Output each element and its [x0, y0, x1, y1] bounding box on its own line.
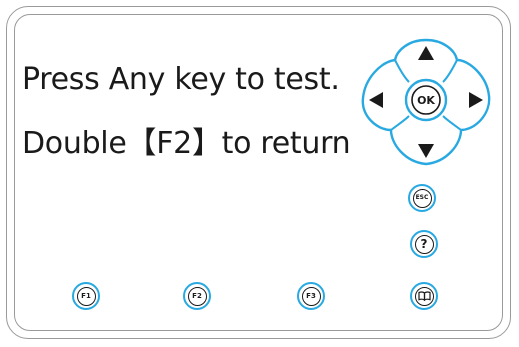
arrow-down-icon	[418, 144, 434, 158]
help-label: ?	[414, 234, 434, 254]
dpad-petal-divider-top-left	[394, 59, 410, 83]
right-button[interactable]	[469, 92, 483, 108]
screen-text-line-2: Double【F2】to return	[22, 126, 351, 161]
arrow-left-icon	[369, 92, 383, 108]
arrow-up-icon	[418, 46, 434, 60]
esc-button[interactable]: ESC	[408, 184, 436, 212]
dpad-petal-divider-bottom-left	[390, 115, 410, 131]
f3-button[interactable]: F3	[297, 282, 325, 310]
dpad-petal-divider-bottom-right	[442, 115, 462, 131]
esc-label: ESC	[412, 188, 432, 208]
left-button[interactable]	[369, 92, 383, 108]
arrow-right-icon	[469, 92, 483, 108]
help-button[interactable]: ?	[410, 230, 438, 258]
ok-label: OK	[417, 94, 435, 107]
f1-button[interactable]: F1	[72, 282, 100, 310]
manual-button[interactable]	[410, 282, 438, 310]
up-button[interactable]	[418, 46, 434, 60]
dpad-petal-divider-top-right	[442, 59, 458, 83]
direction-pad: OK	[357, 36, 495, 168]
book-icon	[417, 291, 431, 301]
screen-text-line-1: Press Any key to test.	[22, 62, 340, 97]
ok-button[interactable]: OK	[404, 78, 448, 122]
f3-label: F3	[301, 286, 321, 306]
down-button[interactable]	[418, 144, 434, 158]
f2-label: F2	[187, 286, 207, 306]
f2-button[interactable]: F2	[183, 282, 211, 310]
f1-label: F1	[76, 286, 96, 306]
